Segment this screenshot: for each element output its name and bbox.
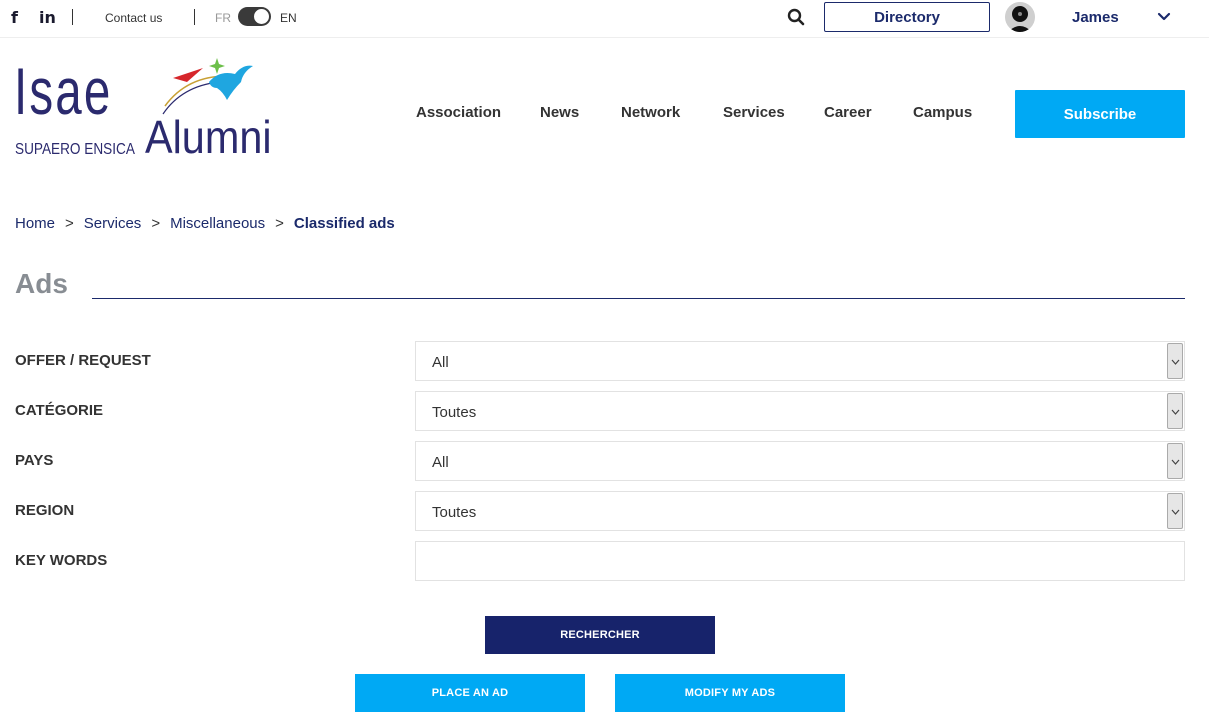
dropdown-arrow-icon[interactable] bbox=[1167, 493, 1183, 529]
site-logo[interactable]: Isae SUPAERO ENSICA Alumni bbox=[12, 56, 292, 162]
avatar[interactable] bbox=[1005, 2, 1035, 32]
offer-request-value: All bbox=[432, 354, 449, 371]
page-title: Ads bbox=[15, 268, 68, 299]
toggle-knob bbox=[254, 9, 269, 24]
breadcrumb-miscellaneous[interactable]: Miscellaneous bbox=[170, 215, 265, 232]
logo-schools-text: SUPAERO ENSICA bbox=[15, 141, 135, 158]
breadcrumb-home[interactable]: Home bbox=[15, 215, 55, 232]
breadcrumb-separator: > bbox=[275, 215, 284, 232]
linkedin-icon[interactable]: in bbox=[39, 8, 56, 27]
category-value: Toutes bbox=[432, 404, 477, 421]
search-button[interactable]: RECHERCHER bbox=[485, 616, 715, 654]
title-divider bbox=[92, 298, 1185, 299]
dropdown-arrow-icon[interactable] bbox=[1167, 393, 1183, 429]
logo-alumni-text: Alumni bbox=[145, 111, 272, 163]
breadcrumb: Home > Services > Miscellaneous > Classified a… bbox=[15, 215, 395, 232]
divider bbox=[194, 9, 195, 25]
top-bar: f in Contact us FR EN Directory James bbox=[0, 0, 1209, 38]
category-label: CATÉGORIE bbox=[15, 402, 104, 419]
dropdown-arrow-icon[interactable] bbox=[1167, 343, 1183, 379]
keywords-label: KEY WORDS bbox=[15, 552, 108, 569]
keywords-input[interactable] bbox=[415, 541, 1185, 581]
category-select[interactable]: Toutes bbox=[415, 391, 1185, 431]
nav-campus[interactable]: Campus bbox=[913, 104, 972, 121]
contact-us-link[interactable]: Contact us bbox=[105, 11, 162, 25]
breadcrumb-services[interactable]: Services bbox=[84, 215, 142, 232]
region-value: Toutes bbox=[432, 504, 477, 521]
language-toggle[interactable] bbox=[238, 7, 271, 26]
country-select[interactable]: All bbox=[415, 441, 1185, 481]
nav-career[interactable]: Career bbox=[824, 104, 872, 121]
facebook-icon[interactable]: f bbox=[11, 8, 18, 27]
country-value: All bbox=[432, 454, 449, 471]
offer-request-select[interactable]: All bbox=[415, 341, 1185, 381]
user-name[interactable]: James bbox=[1072, 9, 1119, 26]
directory-button[interactable]: Directory bbox=[824, 2, 990, 32]
logo-isae-text: Isae bbox=[14, 54, 113, 128]
place-ad-button[interactable]: PLACE AN AD bbox=[355, 674, 585, 712]
breadcrumb-separator: > bbox=[151, 215, 161, 232]
subscribe-button[interactable]: Subscribe bbox=[1015, 90, 1185, 138]
nav-services[interactable]: Services bbox=[723, 104, 785, 121]
breadcrumb-current: Classified ads bbox=[293, 215, 395, 232]
lang-en-label[interactable]: EN bbox=[280, 11, 297, 25]
nav-news[interactable]: News bbox=[540, 104, 579, 121]
nav-association[interactable]: Association bbox=[416, 104, 501, 121]
region-select[interactable]: Toutes bbox=[415, 491, 1185, 531]
nav-network[interactable]: Network bbox=[621, 104, 680, 121]
dropdown-arrow-icon[interactable] bbox=[1167, 443, 1183, 479]
lang-fr-label[interactable]: FR bbox=[215, 11, 231, 25]
offer-request-label: OFFER / REQUEST bbox=[15, 352, 151, 369]
breadcrumb-separator: > bbox=[65, 215, 74, 232]
country-label: PAYS bbox=[15, 452, 54, 469]
modify-ads-button[interactable]: MODIFY MY ADS bbox=[615, 674, 845, 712]
chevron-down-icon[interactable] bbox=[1157, 10, 1171, 24]
search-icon[interactable] bbox=[787, 8, 805, 26]
divider bbox=[72, 9, 73, 25]
logo-bird-icon bbox=[162, 58, 253, 115]
region-label: REGION bbox=[15, 502, 75, 519]
